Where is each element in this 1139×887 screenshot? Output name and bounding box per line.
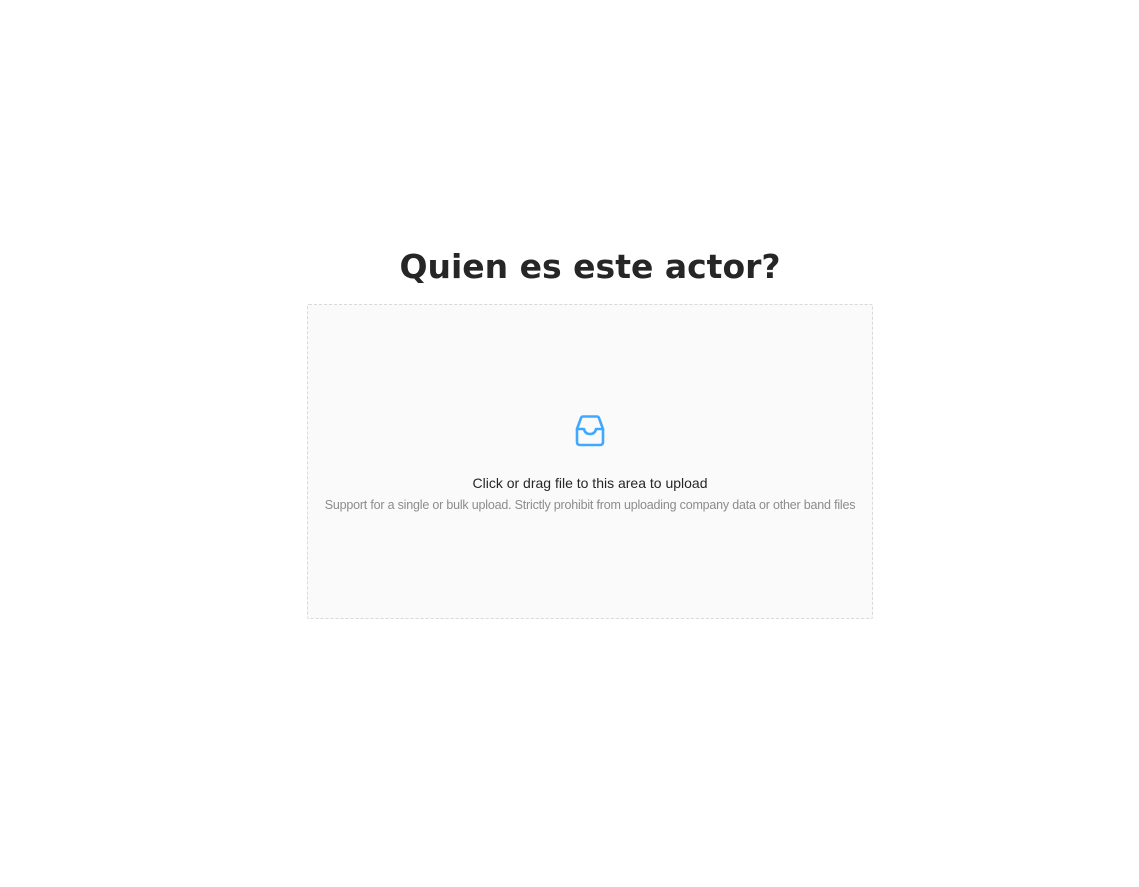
upload-hint: Support for a single or bulk upload. Str… bbox=[324, 498, 856, 512]
page: Quien es este actor? Click or drag file … bbox=[0, 0, 1139, 887]
upload-dropzone[interactable]: Click or drag file to this area to uploa… bbox=[307, 304, 873, 619]
inbox-icon bbox=[572, 413, 608, 449]
page-title: Quien es este actor? bbox=[399, 247, 781, 286]
upload-instruction: Click or drag file to this area to uploa… bbox=[472, 475, 708, 491]
